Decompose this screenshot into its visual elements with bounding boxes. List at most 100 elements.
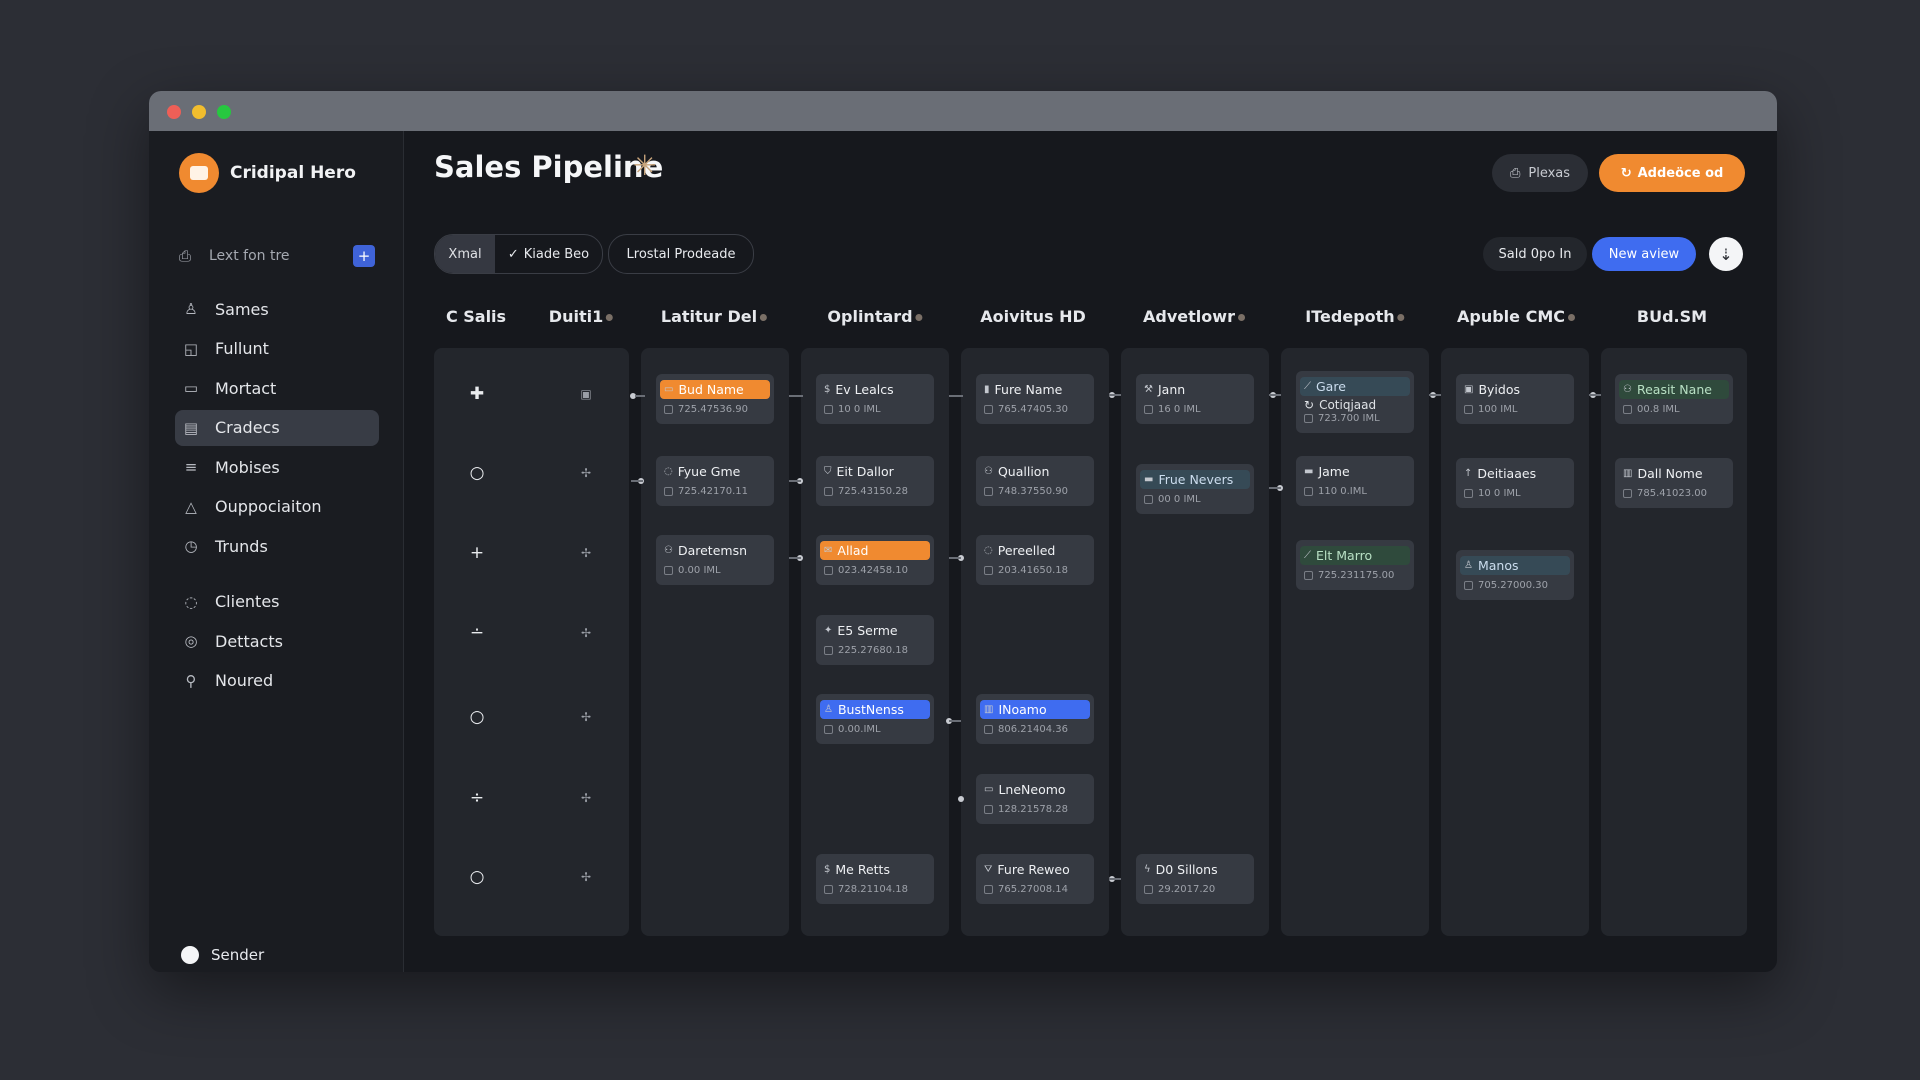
app-window: Cridipal Hero ⎙ Lext fon tre + ♙ Sames ◱…	[149, 91, 1777, 972]
plus-icon[interactable]: +	[470, 543, 484, 563]
circle-icon[interactable]: ○	[470, 463, 485, 483]
sidebar-search-text: Lext fon tre	[209, 248, 290, 264]
filter-xmal[interactable]: Xmal	[435, 235, 495, 273]
deal-title: E5 Serme	[837, 623, 898, 638]
deal-card[interactable]: ▭ Bud Name 725.47536.90	[656, 374, 774, 424]
column-header[interactable]: C Salis	[446, 307, 506, 326]
deal-title: Daretemsn	[677, 543, 748, 558]
deal-card[interactable]: ⛛ Fure Reweo 765.27008.14	[976, 854, 1094, 904]
monitor-icon: ▭	[984, 784, 994, 795]
grid-icon	[664, 487, 673, 496]
deal-card[interactable]: ♙ BustNenss 0.00.IML	[816, 694, 934, 744]
circle-icon[interactable]: ○	[470, 707, 485, 727]
deal-card[interactable]: ✦ E5 Serme 225.27680.18	[816, 615, 934, 665]
minus-icon[interactable]: ∸	[470, 623, 484, 643]
deal-card[interactable]: $ Me Retts 728.21104.18	[816, 854, 934, 904]
sidebar-item-label: Fullunt	[215, 339, 269, 358]
maximize-window-button[interactable]	[217, 105, 231, 119]
deal-card[interactable]: ⟋ Elt Marro 725.231175.00	[1296, 540, 1414, 590]
deal-card[interactable]: ⚇ Daretemsn 0.00 IML	[656, 535, 774, 585]
deal-card[interactable]: ▥ Dall Nome 785.41023.00	[1615, 458, 1733, 508]
deal-card[interactable]: ⚇ Quallion 748.37550.90	[976, 456, 1094, 506]
pipes-button[interactable]: ⎙ Plexas	[1492, 154, 1588, 192]
deal-amount: 728.21104.18	[838, 884, 908, 895]
sidebar-item-cradecs[interactable]: ▤ Cradecs	[175, 409, 379, 446]
sidebar-item-fullunt[interactable]: ◱ Fullunt	[175, 331, 379, 367]
column-header[interactable]: Aoivitus HD	[980, 307, 1086, 326]
column-header-label: Duiti1	[548, 307, 604, 326]
deal-card[interactable]: ⚇ Reasit Nane 00.8 IML	[1615, 374, 1733, 424]
deal-card[interactable]: ✉ Allad 023.42458.10	[816, 535, 934, 585]
column-header[interactable]: Oplintard	[827, 307, 923, 326]
deal-amount: 725.47536.90	[678, 404, 748, 415]
column-header-label: Apuble CMC	[1457, 307, 1565, 326]
sidebar-item-trunds[interactable]: ◷ Trunds	[175, 528, 379, 564]
sidebar-item-sames[interactable]: ♙ Sames	[175, 291, 379, 327]
add-deal-button[interactable]: ↻ Addeöce od	[1599, 154, 1745, 192]
card-icon: ▬	[1144, 474, 1154, 485]
connector-line	[1269, 394, 1281, 396]
sidebar-search[interactable]: ⎙ Lext fon tre +	[179, 241, 375, 271]
pipes-label: Plexas	[1528, 165, 1571, 181]
deal-card[interactable]: ⚒ Jann 16 0 IML	[1136, 374, 1254, 424]
sidebar-item-dettacts[interactable]: ◎ Dettacts	[175, 623, 379, 659]
deal-card[interactable]: ▥ INoamo 806.21404.36	[976, 694, 1094, 744]
deal-card[interactable]: $ Ev Lealcs 10 0 IML	[816, 374, 934, 424]
deal-card[interactable]: ϟ D0 Sillons 29.2017.20	[1136, 854, 1254, 904]
column-header[interactable]: Latitur Del	[661, 307, 768, 326]
sidebar-item-ouppociaiton[interactable]: △ Ouppociaiton	[175, 489, 379, 525]
drag-handle-icon[interactable]: ✚	[470, 384, 484, 404]
sold-button[interactable]: Sald 0po In	[1483, 237, 1587, 271]
divide-icon[interactable]: ÷	[470, 788, 484, 808]
deal-title: LneNeomo	[998, 782, 1066, 797]
close-window-button[interactable]	[167, 105, 181, 119]
deal-amount: 00 0 IML	[1158, 494, 1201, 505]
column-header[interactable]: ITedepoth	[1305, 307, 1405, 326]
minimize-window-button[interactable]	[192, 105, 206, 119]
circle-icon[interactable]: ○	[470, 867, 485, 887]
deal-card[interactable]: ⟋ Gare ↻ Cotiqjaad 723.700 IML	[1296, 371, 1414, 433]
list-icon: ≡	[184, 458, 198, 476]
column-header[interactable]: Duiti1	[548, 307, 614, 326]
deal-card[interactable]: ▭ LneNeomo 128.21578.28	[976, 774, 1094, 824]
sidebar-item-mobises[interactable]: ≡ Mobises	[175, 449, 379, 485]
deal-card[interactable]: ◌ Pereelled 203.41650.18	[976, 535, 1094, 585]
deal-amount: 128.21578.28	[998, 804, 1068, 815]
deal-card[interactable]: ▣ Byidos 100 IML	[1456, 374, 1574, 424]
deal-card[interactable]: ▬ Jame 110 0.IML	[1296, 456, 1414, 506]
add-icon[interactable]: +	[353, 245, 375, 267]
lightning-icon: ϟ	[1144, 864, 1151, 875]
sidebar-item-label: Mortact	[215, 378, 277, 398]
deal-card[interactable]: ▮ Fure Name 765.47405.30	[976, 374, 1094, 424]
filter-kiade-beo[interactable]: ✓ Kiade Beo	[495, 247, 602, 262]
dollar-icon: $	[824, 864, 831, 875]
card-icon: ▣	[1464, 384, 1474, 395]
grid-icon	[984, 487, 993, 496]
brand[interactable]: Cridipal Hero	[179, 153, 356, 193]
deal-title: Frue Nevers	[1158, 472, 1234, 487]
user-profile[interactable]: Sender	[181, 946, 264, 964]
column-header[interactable]: Advetlowr	[1143, 307, 1245, 326]
download-icon[interactable]: ⇣	[1709, 237, 1743, 271]
filter-lrostal-prodeade[interactable]: Lrostal Prodeade	[608, 234, 754, 274]
column-header[interactable]: BUd.SM	[1637, 307, 1707, 326]
grid-icon	[824, 725, 833, 734]
deal-card[interactable]: ♙ Manos 705.27000.30	[1456, 550, 1574, 600]
column-header[interactable]: Apuble CMC	[1457, 307, 1575, 326]
sidebar: Cridipal Hero ⎙ Lext fon tre + ♙ Sames ◱…	[149, 131, 404, 972]
deal-amount: 748.37550.90	[998, 486, 1068, 497]
deal-card[interactable]: ⛉ Eit Dallor 725.43150.28	[816, 456, 934, 506]
sidebar-item-mortact[interactable]: ▭ Mortact	[175, 370, 379, 406]
deal-card[interactable]: ↑ Deitiaaes 10 0 IML	[1456, 458, 1574, 508]
deal-card[interactable]: ◌ Fyue Gme 725.42170.11	[656, 456, 774, 506]
sidebar-item-label: Ouppociaiton	[215, 497, 322, 516]
sidebar-item-label: Mobises	[215, 457, 280, 477]
sidebar-item-noured[interactable]: ⚲ Noured	[175, 663, 379, 699]
bell-icon: △	[185, 497, 197, 516]
deal-card[interactable]: ▬ Frue Nevers 00 0 IML	[1136, 464, 1254, 514]
team-icon: ▥	[1623, 468, 1633, 479]
sidebar-item-clientes[interactable]: ◌ Clientes	[175, 584, 379, 620]
chat-icon: ◌	[184, 592, 198, 611]
grid-icon	[824, 487, 833, 496]
new-view-button[interactable]: New aview	[1592, 237, 1696, 271]
